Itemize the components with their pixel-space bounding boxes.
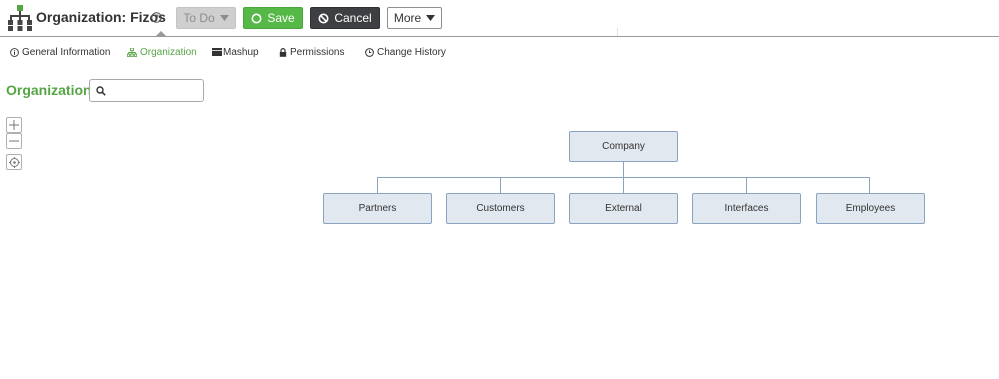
connector-line xyxy=(746,177,747,193)
clock-icon xyxy=(365,47,374,57)
org-node-label: Partners xyxy=(358,203,397,214)
more-button[interactable]: More xyxy=(387,7,442,29)
caret-down-icon xyxy=(426,15,436,21)
org-node-external[interactable]: External xyxy=(569,193,678,224)
tab-permissions[interactable]: Permissions xyxy=(279,44,344,60)
cancel-icon xyxy=(318,13,329,23)
page-title: Organization: Fizos xyxy=(36,9,166,25)
org-node-company[interactable]: Company xyxy=(569,131,678,162)
tab-label: Organization xyxy=(140,46,197,58)
tab-label: Mashup xyxy=(223,46,259,58)
plus-icon xyxy=(9,120,19,130)
org-chart-icon xyxy=(127,47,137,57)
org-node-customers[interactable]: Customers xyxy=(446,193,555,224)
header-divider xyxy=(0,36,999,37)
cancel-button[interactable]: Cancel xyxy=(310,7,380,29)
org-node-label: Company xyxy=(602,141,645,152)
org-node-label: Employees xyxy=(845,203,896,214)
org-node-label: Customers xyxy=(476,203,525,214)
zoom-out-button[interactable] xyxy=(6,133,22,149)
save-button-label: Save xyxy=(267,11,295,25)
tab-change-history[interactable]: Change History xyxy=(365,44,446,60)
circle-icon xyxy=(251,13,262,23)
help-icon[interactable] xyxy=(151,12,162,23)
target-icon xyxy=(8,156,20,168)
divider xyxy=(617,28,618,36)
search-input[interactable] xyxy=(110,82,200,99)
cancel-button-label: Cancel xyxy=(334,11,372,25)
connector-line xyxy=(623,177,624,193)
info-circle-icon xyxy=(10,47,19,57)
connector-line xyxy=(500,177,501,193)
todo-button[interactable]: To Do xyxy=(176,7,236,29)
org-node-label: Interfaces xyxy=(724,203,769,214)
connector-line xyxy=(377,177,378,193)
tab-general-information[interactable]: General Information xyxy=(10,44,110,60)
mashup-icon xyxy=(212,48,222,56)
save-button[interactable]: Save xyxy=(243,7,303,29)
org-chart-app-icon xyxy=(8,5,32,31)
search-icon xyxy=(96,86,106,96)
todo-button-label: To Do xyxy=(183,11,215,25)
org-node-label: External xyxy=(605,203,642,214)
tab-organization[interactable]: Organization xyxy=(127,44,197,60)
tab-bar: General Information Organization Mashup … xyxy=(0,44,999,60)
org-node-employees[interactable]: Employees xyxy=(816,193,925,224)
lock-icon xyxy=(279,47,287,57)
caret-down-icon xyxy=(219,15,229,21)
org-node-partners[interactable]: Partners xyxy=(323,193,432,224)
tab-label: Permissions xyxy=(290,46,345,58)
tab-label: Change History xyxy=(377,46,446,58)
minus-icon xyxy=(9,140,19,142)
reset-view-button[interactable] xyxy=(6,154,22,170)
tab-label: General Information xyxy=(22,46,111,58)
zoom-in-button[interactable] xyxy=(6,117,22,133)
tab-mashup[interactable]: Mashup xyxy=(212,44,259,60)
more-button-label: More xyxy=(393,11,422,25)
connector-line xyxy=(869,177,870,193)
connector-line xyxy=(623,162,624,178)
header-bar: Organization: Fizos To Do Save Cancel Mo… xyxy=(0,0,999,37)
section-title: Organization xyxy=(6,82,92,98)
search-field[interactable] xyxy=(89,79,204,102)
org-node-interfaces[interactable]: Interfaces xyxy=(692,193,801,224)
